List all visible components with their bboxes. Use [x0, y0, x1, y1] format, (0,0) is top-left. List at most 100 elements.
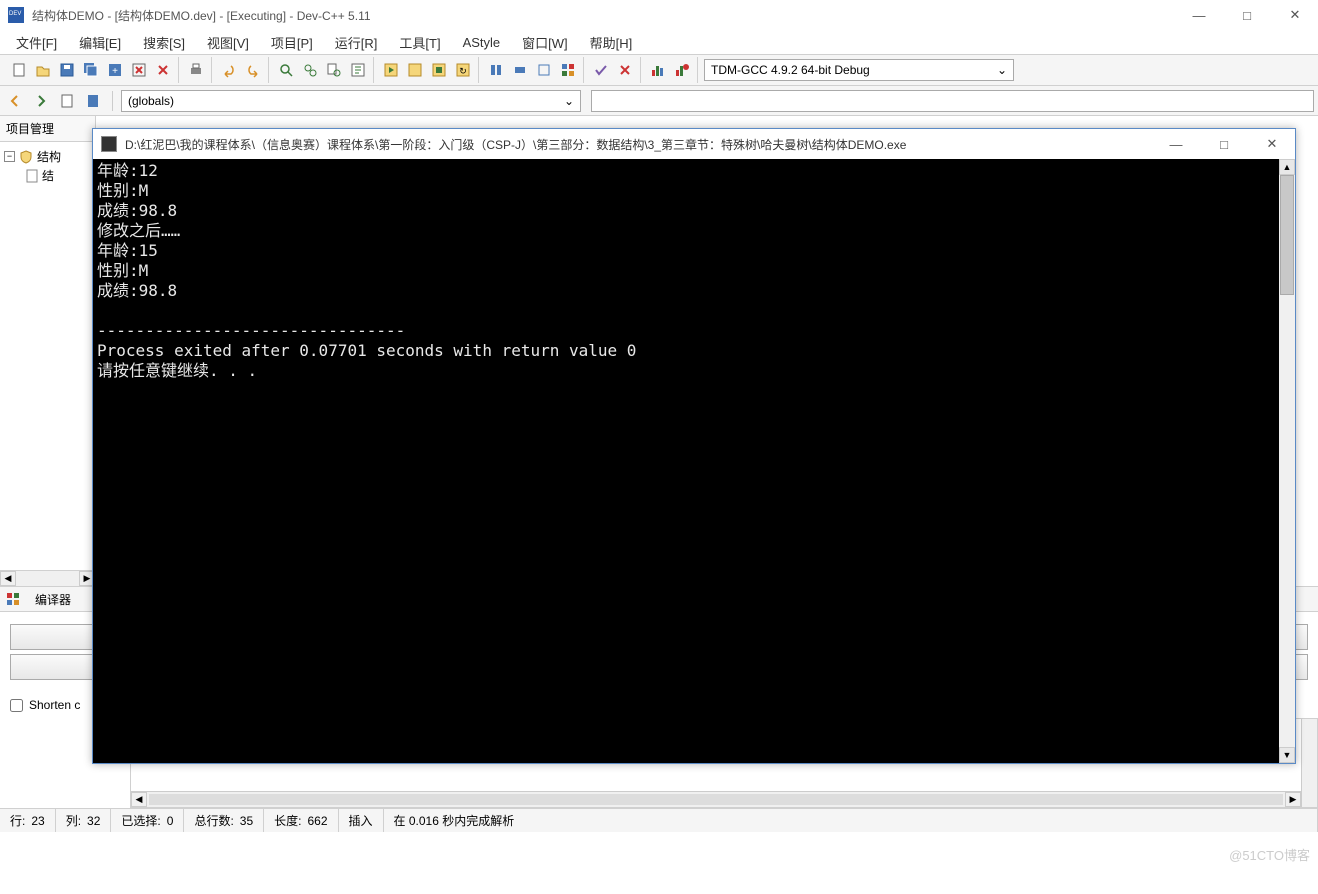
- collapse-icon[interactable]: −: [4, 151, 15, 162]
- tree-child[interactable]: 结: [4, 167, 91, 184]
- compiler-select[interactable]: TDM-GCC 4.9.2 64-bit Debug ⌄: [704, 59, 1014, 81]
- goto-icon[interactable]: [347, 59, 369, 81]
- find-in-files-icon[interactable]: [323, 59, 345, 81]
- debug-into-icon[interactable]: [533, 59, 555, 81]
- back-icon[interactable]: [4, 90, 26, 112]
- console-maximize-button[interactable]: □: [1209, 134, 1239, 154]
- chevron-down-icon: ⌄: [564, 94, 574, 108]
- status-col: 32: [87, 814, 100, 828]
- ide-titlebar: 结构体DEMO - [结构体DEMO.dev] - [Executing] - …: [0, 0, 1318, 30]
- menubar: 文件[F] 编辑[E] 搜索[S] 视图[V] 项目[P] 运行[R] 工具[T…: [0, 30, 1318, 54]
- undo-icon[interactable]: [218, 59, 240, 81]
- symbol-select[interactable]: [591, 90, 1314, 112]
- status-line-label: 行:: [10, 812, 25, 829]
- chevron-down-icon: ⌄: [997, 63, 1007, 77]
- status-len-label: 长度:: [274, 812, 301, 829]
- save-icon[interactable]: [56, 59, 78, 81]
- find-icon[interactable]: [275, 59, 297, 81]
- run-icon[interactable]: [404, 59, 426, 81]
- status-sel: 0: [167, 814, 174, 828]
- status-total: 35: [240, 814, 253, 828]
- scroll-up-icon[interactable]: ▲: [1279, 159, 1295, 175]
- minimize-button[interactable]: ―: [1184, 5, 1214, 25]
- watermark: @51CTO博客: [1229, 845, 1310, 864]
- output-hscroll[interactable]: ◀ ▶: [131, 791, 1301, 807]
- new-file-icon[interactable]: [8, 59, 30, 81]
- save-as-icon[interactable]: +: [104, 59, 126, 81]
- tree-root[interactable]: − 结构: [4, 146, 91, 167]
- menu-window[interactable]: 窗口[W]: [512, 31, 578, 54]
- bookmark-icon[interactable]: [56, 90, 78, 112]
- close-all-icon[interactable]: [152, 59, 174, 81]
- svg-text:+: +: [112, 66, 118, 77]
- file-icon: [26, 169, 38, 183]
- menu-file[interactable]: 文件[F]: [6, 31, 67, 54]
- shorten-label: Shorten c: [29, 698, 80, 712]
- close-file-icon[interactable]: [128, 59, 150, 81]
- redo-icon[interactable]: [242, 59, 264, 81]
- menu-view[interactable]: 视图[V]: [197, 31, 259, 54]
- cancel-icon[interactable]: [614, 59, 636, 81]
- console-app-icon: [101, 136, 117, 152]
- scroll-down-icon[interactable]: ▼: [1279, 747, 1295, 763]
- status-parse: 在 0.016 秒内完成解析: [394, 812, 515, 829]
- print-icon[interactable]: [185, 59, 207, 81]
- menu-tools[interactable]: 工具[T]: [389, 31, 450, 54]
- compiler-tab-icon: [4, 590, 22, 608]
- scroll-left-icon[interactable]: ◀: [131, 792, 147, 807]
- console-body[interactable]: 年龄:12 性别:M 成绩:98.8 修改之后…… 年龄:15 性别:M 成绩:…: [93, 159, 1295, 763]
- window-controls: ― □ ✕: [1184, 5, 1310, 25]
- project-tree[interactable]: − 结构 结: [0, 142, 95, 570]
- globals-select[interactable]: (globals) ⌄: [121, 90, 581, 112]
- status-len: 662: [307, 814, 327, 828]
- bookmark2-icon[interactable]: [82, 90, 104, 112]
- console-minimize-button[interactable]: ―: [1161, 134, 1191, 154]
- compile-run-icon[interactable]: [428, 59, 450, 81]
- delete-profile-icon[interactable]: [671, 59, 693, 81]
- compile-icon[interactable]: [380, 59, 402, 81]
- menu-run[interactable]: 运行[R]: [325, 31, 388, 54]
- menu-astyle[interactable]: AStyle: [453, 33, 511, 52]
- open-file-icon[interactable]: [32, 59, 54, 81]
- status-sel-label: 已选择:: [121, 812, 160, 829]
- maximize-button[interactable]: □: [1232, 5, 1262, 25]
- console-vscroll[interactable]: ▲ ▼: [1279, 159, 1295, 763]
- replace-icon[interactable]: [299, 59, 321, 81]
- status-mode: 插入: [349, 812, 373, 829]
- profile-icon[interactable]: [647, 59, 669, 81]
- rebuild-icon[interactable]: ↻: [452, 59, 474, 81]
- menu-edit[interactable]: 编辑[E]: [69, 31, 131, 54]
- console-title: D:\红泥巴\我的课程体系\（信息奥赛）课程体系\第一阶段：入门级（CSP-J）…: [125, 136, 1161, 153]
- console-close-button[interactable]: ✕: [1257, 134, 1287, 154]
- scroll-right-icon[interactable]: ▶: [1285, 792, 1301, 807]
- close-button[interactable]: ✕: [1280, 5, 1310, 25]
- debug-step-icon[interactable]: [509, 59, 531, 81]
- output-vscroll[interactable]: [1301, 719, 1317, 807]
- sidebar-tab-project[interactable]: 项目管理: [0, 116, 95, 142]
- status-total-label: 总行数:: [194, 812, 233, 829]
- svg-text:↻: ↻: [459, 66, 467, 76]
- check-icon[interactable]: [590, 59, 612, 81]
- debug-out-icon[interactable]: [557, 59, 579, 81]
- window-title: 结构体DEMO - [结构体DEMO.dev] - [Executing] - …: [32, 7, 1184, 24]
- sidebar-hscroll[interactable]: ◀ ▶: [0, 570, 95, 586]
- scroll-thumb[interactable]: [1280, 175, 1294, 295]
- menu-project[interactable]: 项目[P]: [261, 31, 323, 54]
- toolbar-secondary: (globals) ⌄: [0, 86, 1318, 116]
- project-sidebar: 项目管理 − 结构 结 ◀ ▶: [0, 116, 96, 586]
- app-icon: [8, 7, 24, 23]
- compiler-label: TDM-GCC 4.9.2 64-bit Debug: [711, 63, 870, 77]
- status-col-label: 列:: [66, 812, 81, 829]
- shield-icon: [19, 150, 33, 164]
- debug-icon[interactable]: [485, 59, 507, 81]
- compiler-tab[interactable]: 编译器: [26, 586, 80, 613]
- menu-help[interactable]: 帮助[H]: [580, 31, 643, 54]
- toolbar-main: + ↻ TDM-GCC 4.9.2 64-bit Debug ⌄: [0, 54, 1318, 86]
- shorten-checkbox[interactable]: [10, 699, 23, 712]
- console-titlebar[interactable]: D:\红泥巴\我的课程体系\（信息奥赛）课程体系\第一阶段：入门级（CSP-J）…: [93, 129, 1295, 159]
- save-all-icon[interactable]: [80, 59, 102, 81]
- scroll-left-icon[interactable]: ◀: [0, 571, 16, 586]
- statusbar: 行:23 列:32 已选择:0 总行数:35 长度:662 插入 在 0.016…: [0, 808, 1318, 832]
- menu-search[interactable]: 搜索[S]: [133, 31, 195, 54]
- forward-icon[interactable]: [30, 90, 52, 112]
